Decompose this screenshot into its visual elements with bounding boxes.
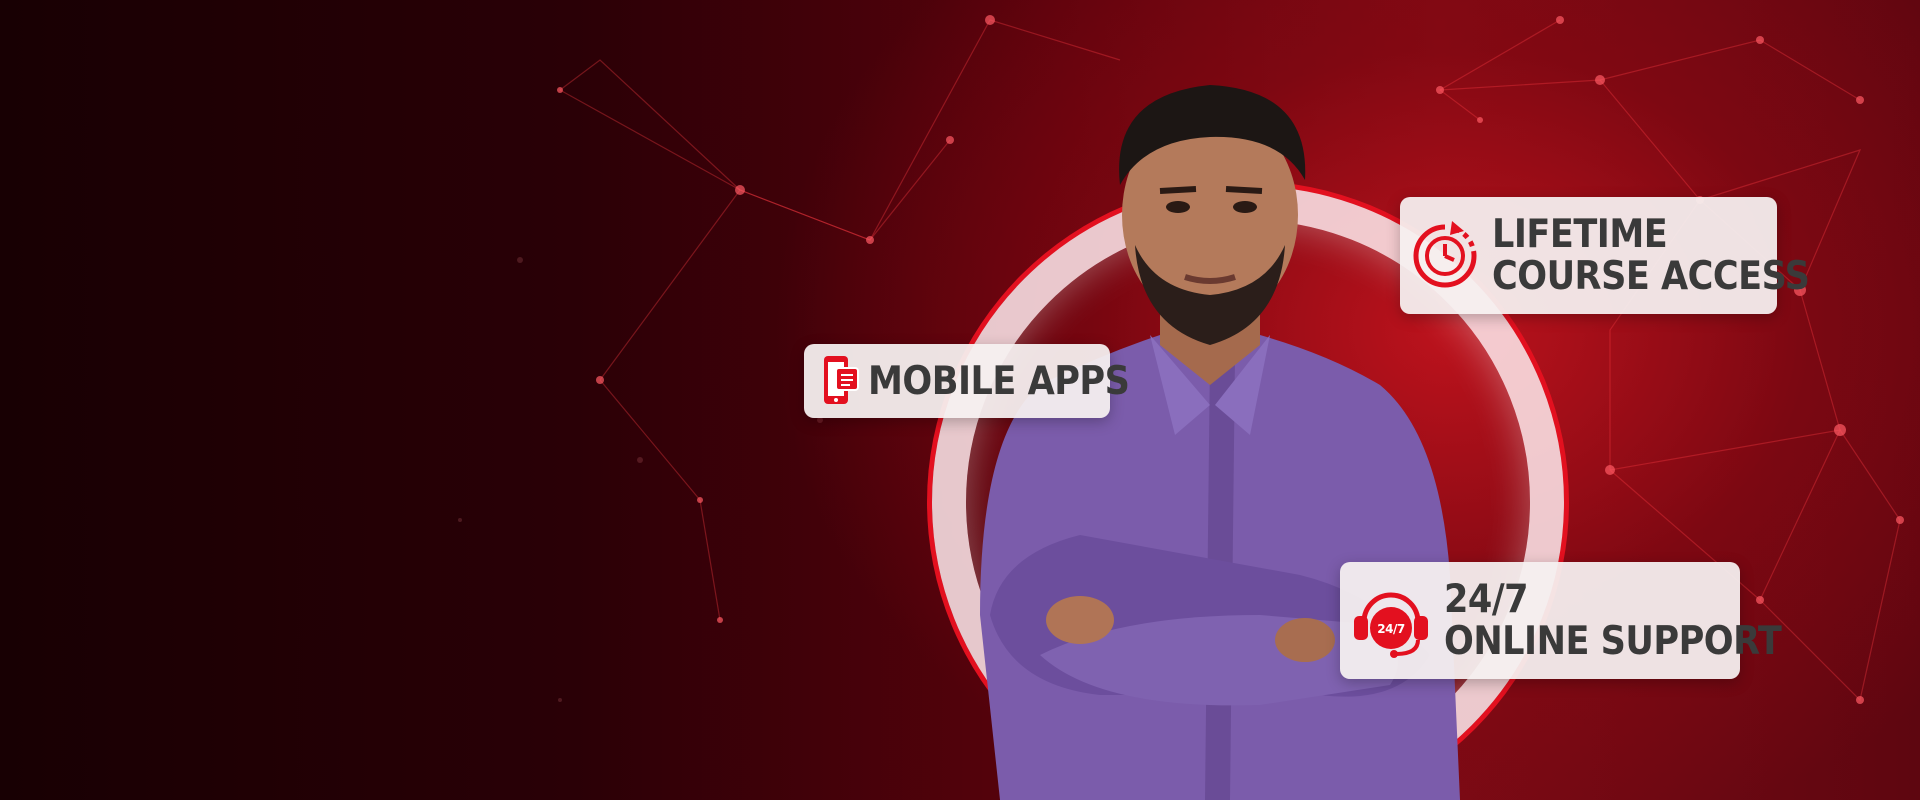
support-line2: ONLINE SUPPORT — [1444, 618, 1782, 664]
hero-banner: MOBILE APPS LIFETIME COURSE ACCESS 24/7 … — [0, 0, 1920, 800]
headset-support-icon: 24/7 — [1348, 582, 1434, 660]
lifetime-line1: LIFETIME — [1492, 211, 1668, 257]
lifetime-access-label: LIFETIME COURSE ACCESS — [1492, 211, 1810, 299]
support-line1: 24/7 — [1444, 576, 1529, 622]
mobile-apps-label: MOBILE APPS — [868, 358, 1130, 404]
lifetime-line2: COURSE ACCESS — [1492, 253, 1810, 299]
lifetime-access-badge: LIFETIME COURSE ACCESS — [1400, 197, 1810, 314]
clock-refresh-icon — [1408, 219, 1482, 293]
mobile-phone-icon — [820, 354, 860, 408]
online-support-badge: 24/7 24/7 ONLINE SUPPORT — [1340, 562, 1782, 679]
instructor-photo — [980, 85, 1460, 800]
online-support-label: 24/7 ONLINE SUPPORT — [1444, 576, 1782, 664]
headset-icon-text: 24/7 — [1377, 622, 1405, 636]
mobile-apps-badge: MOBILE APPS — [804, 344, 1130, 418]
